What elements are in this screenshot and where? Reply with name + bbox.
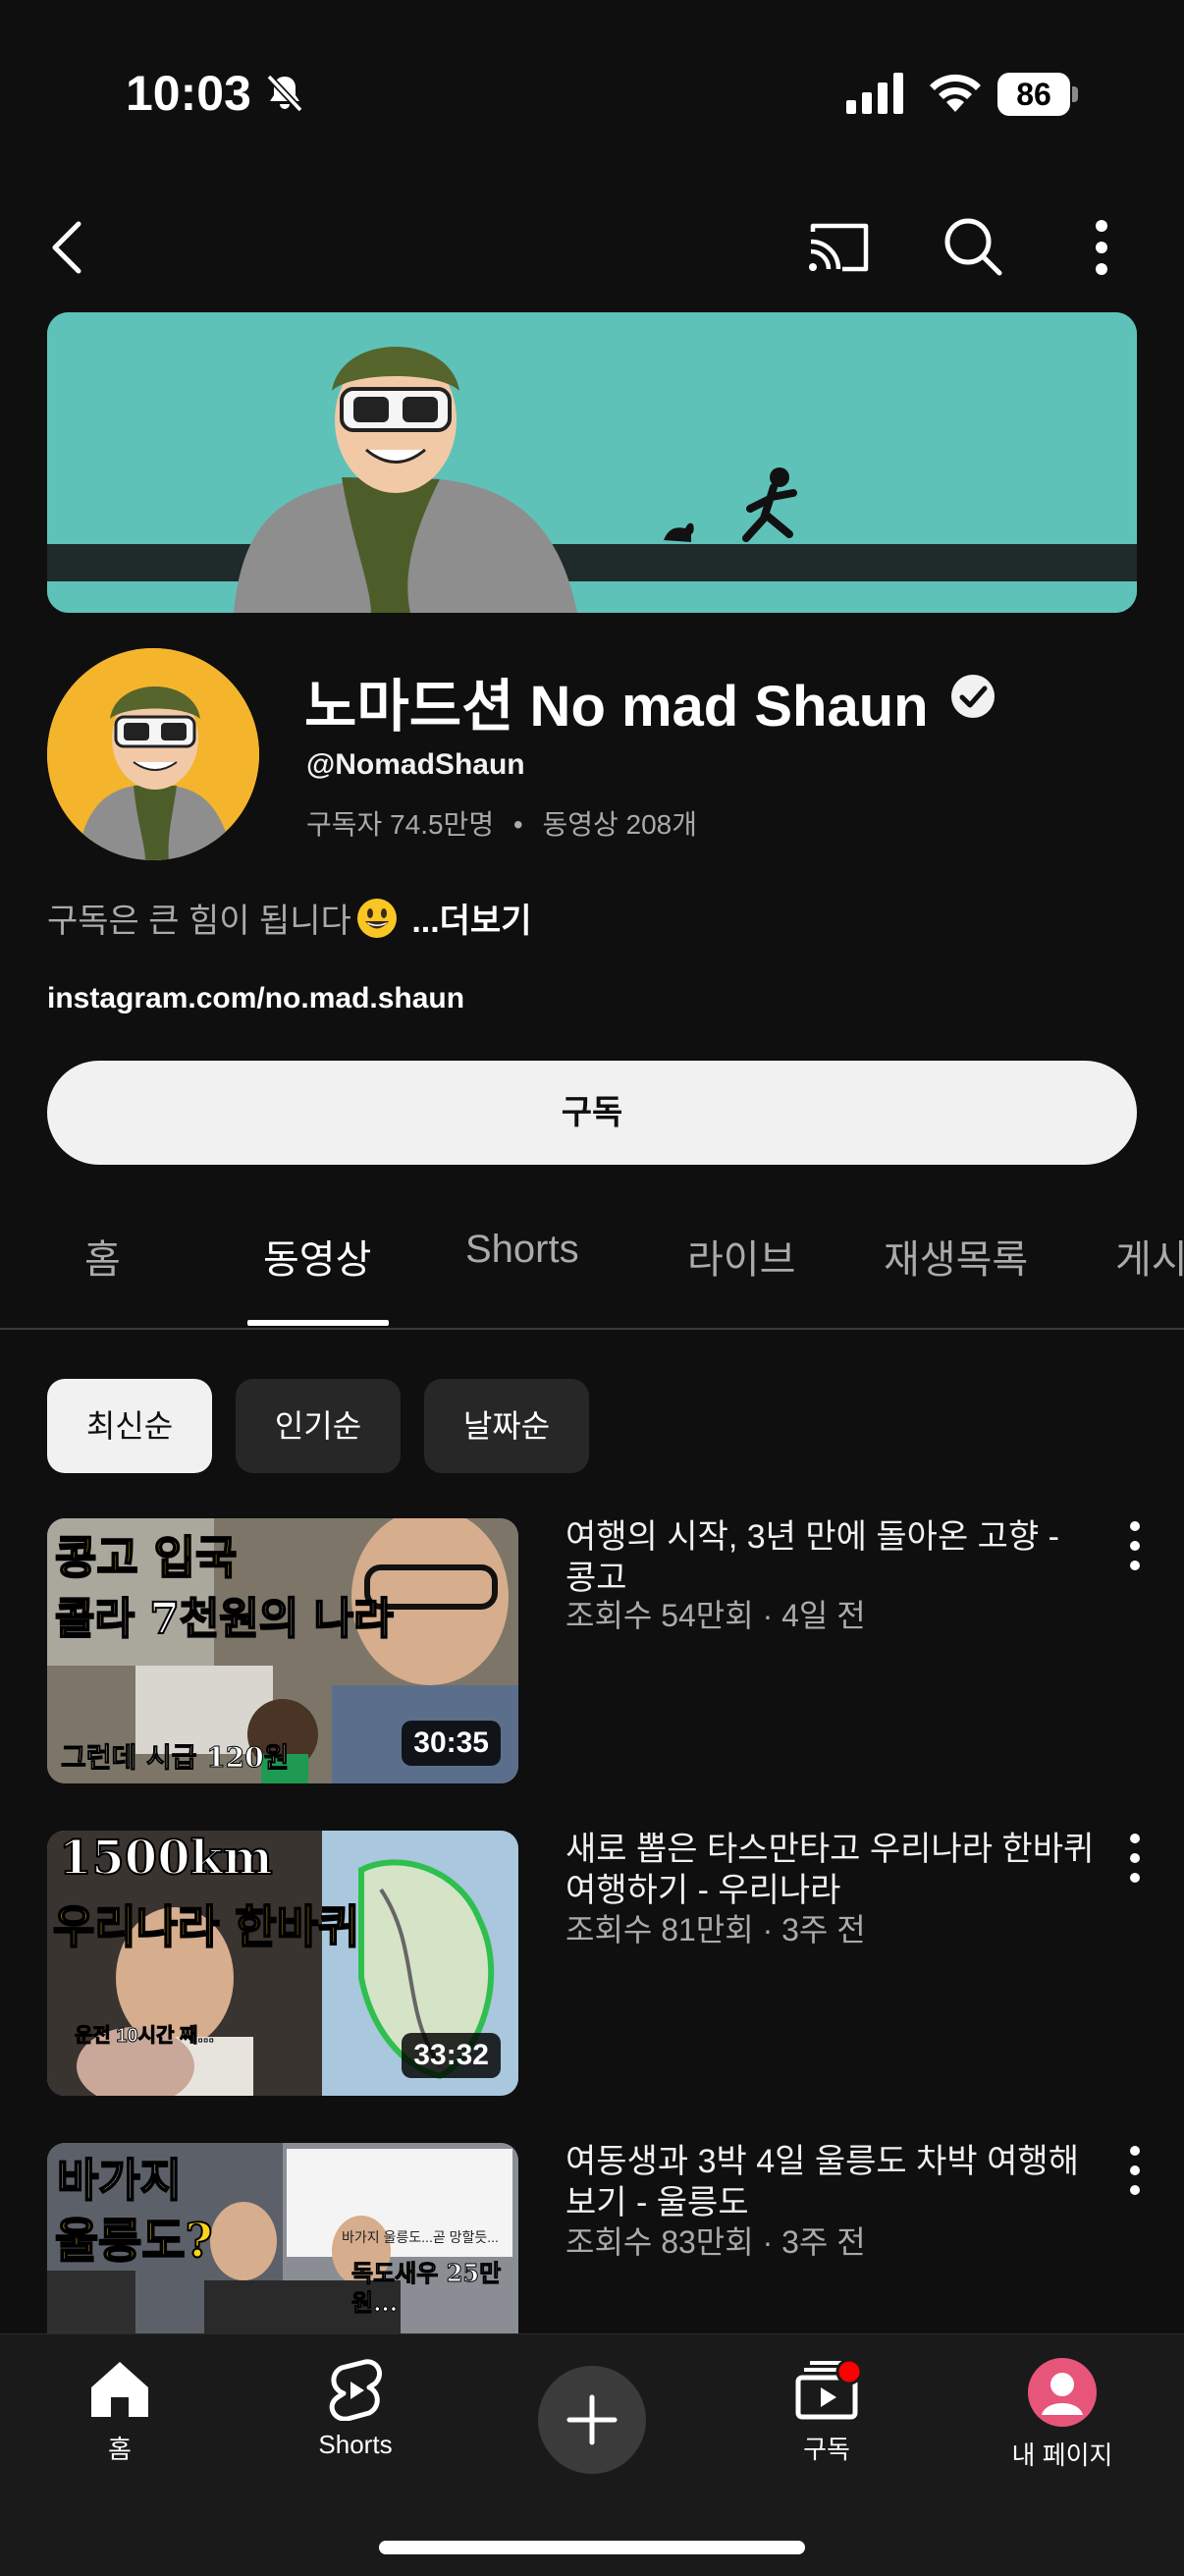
active-tab-indicator xyxy=(247,1320,389,1326)
plus-icon xyxy=(566,2394,618,2445)
profile-avatar-icon xyxy=(1028,2358,1097,2427)
video-thumbnail[interactable]: 1500km 우리나라 한바퀴 운전 10시간 째... 33:32 xyxy=(47,1831,518,2096)
nav-me[interactable]: 내 페이지 xyxy=(964,2358,1160,2472)
channel-link[interactable]: instagram.com/no.mad.shaun xyxy=(47,982,464,1015)
thumbnail-text: 운전 10시간 째... xyxy=(74,2025,215,2048)
video-count: 동영상 208개 xyxy=(542,809,697,840)
tab-home[interactable]: 홈 xyxy=(84,1228,121,1285)
video-duration: 30:35 xyxy=(402,1721,501,1766)
tab-playlists[interactable]: 재생목록 xyxy=(884,1228,1028,1285)
thumbnail-text: 우리나라 한바퀴 xyxy=(52,1899,360,1954)
video-meta: 조회수 54만회 · 4일 전 xyxy=(565,1598,866,1633)
video-more-icon[interactable] xyxy=(1127,2141,1143,2200)
more-vert-icon[interactable] xyxy=(1080,218,1123,277)
channel-banner xyxy=(47,312,1137,613)
subscriptions-icon xyxy=(795,2358,863,2420)
nav-subscriptions[interactable]: 구독 xyxy=(728,2358,925,2466)
search-icon[interactable] xyxy=(941,214,1005,279)
wifi-icon xyxy=(930,74,981,112)
verified-icon xyxy=(951,675,995,718)
tab-live[interactable]: 라이브 xyxy=(687,1228,795,1285)
nav-subscriptions-label: 구독 xyxy=(803,2435,850,2464)
video-duration: 33:32 xyxy=(402,2033,501,2078)
video-title[interactable]: 새로 뽑은 타스만타고 우리나라 한바퀴 여행하기 - 우리나라 xyxy=(565,1829,1096,1911)
subscribe-button[interactable]: 구독 xyxy=(47,1061,1137,1165)
channel-avatar xyxy=(47,648,259,860)
battery-icon: 86 xyxy=(997,73,1078,116)
video-more-icon[interactable] xyxy=(1127,1829,1143,1888)
back-icon[interactable] xyxy=(43,216,94,279)
thumbnail-text: 바가지 울릉도...곧 망할듯... xyxy=(342,2229,499,2245)
tab-shorts[interactable]: Shorts xyxy=(465,1228,579,1272)
thumbnail-text: 콩고 입국 xyxy=(54,1530,238,1585)
thumbnail-text: 독도새우 25만원... xyxy=(351,2259,502,2318)
home-indicator xyxy=(379,2541,805,2554)
smiley-emoji-icon xyxy=(356,899,397,938)
video-thumbnail[interactable]: 콩고 입국 콜라 7천원의 나라 그런데 시급 120원 30:35 xyxy=(47,1518,518,1783)
channel-handle: @NomadShaun xyxy=(306,748,525,781)
channel-description[interactable]: 구독은 큰 힘이 됩니다 ...더보기 xyxy=(47,894,532,942)
chip-popular[interactable]: 인기순 xyxy=(236,1379,401,1473)
shorts-icon xyxy=(329,2359,382,2422)
cast-icon[interactable] xyxy=(805,218,872,277)
chip-latest[interactable]: 최신순 xyxy=(47,1379,212,1473)
video-title[interactable]: 여동생과 3박 4일 울릉도 차박 여행해보기 - 울릉도 xyxy=(565,2141,1096,2223)
thumbnail-text: 그런데 시급 120원 xyxy=(61,1741,291,1775)
stats-separator: • xyxy=(512,809,523,840)
thumbnail-text: 1500km xyxy=(58,1831,274,1887)
status-time: 10:03 xyxy=(126,66,251,121)
signal-icon xyxy=(846,73,903,114)
bell-muted-icon xyxy=(266,74,303,113)
video-meta: 조회수 81만회 · 3주 전 xyxy=(565,1912,866,1947)
chip-oldest[interactable]: 날짜순 xyxy=(424,1379,589,1473)
video-title[interactable]: 여행의 시작, 3년 만에 돌아온 고향 - 콩고 xyxy=(565,1516,1096,1599)
nav-me-label: 내 페이지 xyxy=(1011,2440,1113,2470)
nav-home-label: 홈 xyxy=(108,2435,132,2464)
channel-tabs: 홈 동영상 Shorts 라이브 재생목록 게시 xyxy=(0,1218,1184,1330)
thumbnail-text: 바가지 xyxy=(56,2153,183,2208)
tab-posts[interactable]: 게시 xyxy=(1115,1228,1184,1285)
description-text: 구독은 큰 힘이 됩니다 xyxy=(47,903,351,940)
subscriber-count: 구독자 74.5만명 xyxy=(306,809,495,840)
nav-home[interactable]: 홈 xyxy=(22,2358,218,2466)
thumbnail-text: 울릉도? xyxy=(54,2213,214,2270)
battery-level: 86 xyxy=(997,73,1070,116)
nav-shorts[interactable]: Shorts xyxy=(257,2358,454,2460)
more-description-link[interactable]: ...더보기 xyxy=(411,903,531,940)
create-button[interactable] xyxy=(538,2366,646,2474)
channel-stats: 구독자 74.5만명 • 동영상 208개 xyxy=(306,803,697,843)
home-icon xyxy=(91,2362,148,2417)
video-meta: 조회수 83만회 · 3주 전 xyxy=(565,2224,866,2260)
video-more-icon[interactable] xyxy=(1127,1516,1143,1575)
tab-videos[interactable]: 동영상 xyxy=(263,1228,371,1285)
channel-name: 노마드션 No mad Shaun xyxy=(304,675,929,739)
bottom-navigation: 홈 Shorts 구독 내 페이지 xyxy=(0,2333,1184,2576)
video-thumbnail[interactable]: 바가지 울릉도? 독도새우 25만원... 바가지 울릉도...곧 망할듯... xyxy=(47,2143,518,2333)
thumbnail-text: 콜라 7천원의 나라 xyxy=(54,1593,395,1645)
nav-shorts-label: Shorts xyxy=(318,2430,393,2459)
